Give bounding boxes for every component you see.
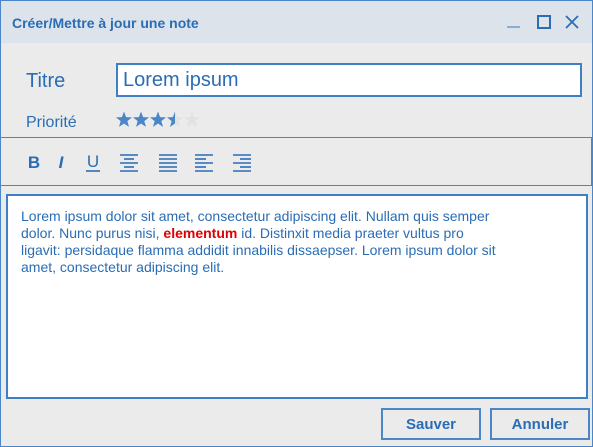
italic-icon: I — [59, 153, 65, 172]
minimize-button[interactable] — [504, 12, 524, 32]
bold-icon: B — [28, 153, 40, 172]
title-input[interactable] — [116, 63, 582, 97]
priority-stars[interactable] — [115, 111, 201, 129]
note-dialog: Créer/Mettre à jour une note Titre Prior… — [0, 0, 593, 447]
formatting-toolbar: B I U — [1, 137, 592, 186]
title-bar: Créer/Mettre à jour une note — [1, 1, 592, 43]
close-button[interactable] — [562, 12, 582, 32]
align-left-button[interactable] — [193, 151, 215, 173]
minimize-icon — [507, 26, 520, 28]
save-button[interactable]: Sauver — [381, 408, 481, 440]
window-title: Créer/Mettre à jour une note — [12, 15, 199, 31]
maximize-button[interactable] — [534, 12, 554, 32]
align-justify-icon — [159, 154, 177, 172]
align-center-icon — [120, 154, 138, 172]
bold-label: B — [28, 153, 40, 172]
align-right-icon — [233, 154, 251, 172]
priority-star[interactable] — [115, 111, 133, 127]
priority-star[interactable] — [132, 111, 150, 127]
align-center-button[interactable] — [118, 151, 140, 173]
align-left-icon — [195, 154, 213, 172]
maximize-icon — [537, 15, 551, 29]
priority-star[interactable] — [149, 111, 167, 127]
priority-rating[interactable] — [115, 111, 201, 129]
priority-star[interactable] — [166, 111, 184, 127]
cancel-button[interactable]: Annuler — [490, 408, 590, 440]
align-right-button[interactable] — [231, 151, 253, 173]
underline-icon: U — [86, 152, 100, 172]
underline-button[interactable]: U — [82, 151, 104, 173]
body-highlighted-word: elementum — [163, 225, 238, 241]
note-body-editor[interactable]: Lorem ipsum dolor sit amet, consectetur … — [6, 194, 588, 399]
italic-button[interactable]: I — [50, 151, 72, 173]
italic-label: I — [59, 153, 65, 172]
priority-label: Priorité — [26, 114, 77, 131]
note-body-text[interactable]: Lorem ipsum dolor sit amet, consectetur … — [21, 208, 501, 276]
title-label: Titre — [26, 70, 66, 92]
close-icon — [565, 15, 579, 29]
priority-star[interactable] — [183, 111, 201, 127]
align-justify-button[interactable] — [157, 151, 179, 173]
bold-button[interactable]: B — [23, 151, 45, 173]
underline-label: U — [87, 152, 99, 171]
